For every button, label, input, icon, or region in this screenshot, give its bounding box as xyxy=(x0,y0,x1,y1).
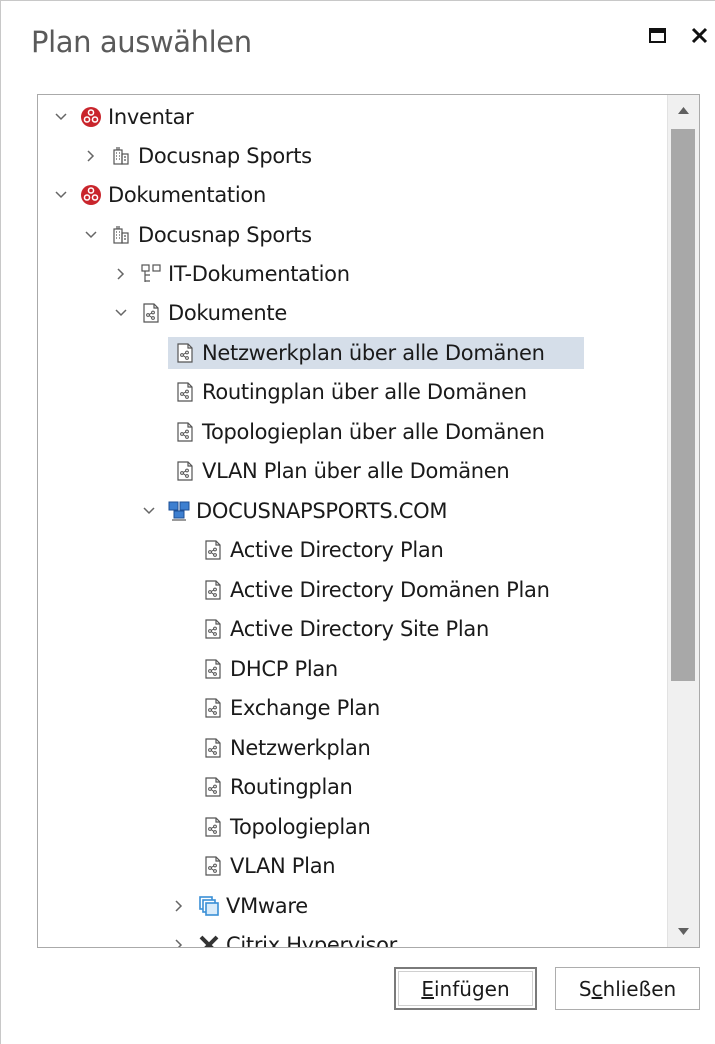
tree-node-active-directory-plan[interactable]: Active Directory Plan xyxy=(202,534,444,566)
vertical-scrollbar[interactable] xyxy=(667,95,699,947)
citrix-icon xyxy=(199,935,219,947)
scrollbar-thumb[interactable] xyxy=(671,129,695,681)
tree-node-label: VMware xyxy=(226,894,308,918)
tree-node-label: Docusnap Sports xyxy=(138,223,312,247)
hierarchy-icon xyxy=(141,264,161,282)
plan-document-icon xyxy=(205,580,221,600)
maximize-icon[interactable] xyxy=(647,25,669,47)
tree-node-vmware[interactable]: VMware xyxy=(172,890,308,922)
tree-node-label: Topologieplan über alle Domänen xyxy=(202,420,545,444)
tree-node-label: VLAN Plan über alle Domänen xyxy=(202,459,510,483)
tree-node-active-directory-site-plan[interactable]: Active Directory Site Plan xyxy=(202,613,489,645)
tree-node-label: Dokumentation xyxy=(108,183,266,207)
tree-node-label: Netzwerkplan über alle Domänen xyxy=(202,341,545,365)
tree-node-label: Netzwerkplan xyxy=(230,736,371,760)
tree-node-label: VLAN Plan xyxy=(230,854,336,878)
building-icon xyxy=(113,226,129,244)
chevron-right-icon[interactable] xyxy=(172,938,186,947)
chevron-down-icon[interactable] xyxy=(142,504,156,518)
chevron-down-icon[interactable] xyxy=(54,110,68,124)
chevron-down-icon[interactable] xyxy=(84,228,98,242)
tree-node-label: Routingplan über alle Domänen xyxy=(202,380,527,404)
tree-node-label: DOCUSNAPSPORTS.COM xyxy=(196,499,448,523)
tree-node-netzwerkplan[interactable]: Netzwerkplan xyxy=(202,732,371,764)
docusnap-logo-icon xyxy=(81,185,101,205)
tree-node-label: Dokumente xyxy=(168,301,287,325)
domain-icon xyxy=(168,501,190,521)
plan-document-icon xyxy=(205,619,221,639)
tree-node-vlan-plan-alle-domaenen[interactable]: VLAN Plan über alle Domänen xyxy=(174,455,510,487)
tree-node-topologieplan-alle-domaenen[interactable]: Topologieplan über alle Domänen xyxy=(174,416,545,448)
tree-node-dhcp-plan[interactable]: DHCP Plan xyxy=(202,653,338,685)
tree-node-label: Routingplan xyxy=(230,775,353,799)
tree-node-label: Topologieplan xyxy=(230,815,371,839)
tree-node-label: Docusnap Sports xyxy=(138,144,312,168)
tree-node-routingplan[interactable]: Routingplan xyxy=(202,771,353,803)
plan-document-icon xyxy=(205,738,221,758)
scroll-up-icon[interactable] xyxy=(668,95,699,126)
plan-document-icon xyxy=(205,817,221,837)
close-icon[interactable] xyxy=(689,25,711,47)
tree-node-dokumente[interactable]: Dokumente xyxy=(114,297,287,329)
plan-document-icon xyxy=(205,856,221,876)
plan-document-icon xyxy=(177,382,193,402)
plan-document-icon xyxy=(205,659,221,679)
tree-node-vlan-plan[interactable]: VLAN Plan xyxy=(202,850,336,882)
tree-node-dokumentation[interactable]: Dokumentation xyxy=(54,179,266,211)
docusnap-logo-icon xyxy=(81,107,101,127)
tree-node-label: DHCP Plan xyxy=(230,657,338,681)
tree-node-docusnapsports-com[interactable]: DOCUSNAPSPORTS.COM xyxy=(142,495,447,527)
plan-document-icon xyxy=(177,343,193,363)
tree-node-label: Active Directory Site Plan xyxy=(230,617,489,641)
plan-document-icon xyxy=(143,303,159,323)
tree-node-inventar[interactable]: Inventar xyxy=(54,101,194,133)
insert-button[interactable]: Einfügen xyxy=(394,967,537,1010)
tree-node-label: Active Directory Plan xyxy=(230,538,444,562)
tree-node-label: Exchange Plan xyxy=(230,696,381,720)
chevron-right-icon[interactable] xyxy=(84,149,98,163)
chevron-right-icon[interactable] xyxy=(114,267,128,281)
tree-node-label: Active Directory Domänen Plan xyxy=(230,578,550,602)
tree-node-docusnap-sports-docs[interactable]: Docusnap Sports xyxy=(84,219,312,251)
tree-node-active-directory-domaenen-plan[interactable]: Active Directory Domänen Plan xyxy=(202,574,550,606)
plan-document-icon xyxy=(205,698,221,718)
tree-node-citrix-hypervisor[interactable]: Citrix Hypervisor xyxy=(172,929,397,947)
vmware-icon xyxy=(199,896,219,916)
tree-node-label: Inventar xyxy=(108,105,194,129)
building-icon xyxy=(113,147,129,165)
tree-node-docusnap-sports-inventory[interactable]: Docusnap Sports xyxy=(84,140,312,172)
plan-tree-panel: Inventar Docusnap Sports Dokumentation D… xyxy=(37,94,700,948)
close-button[interactable]: Schließen xyxy=(555,967,700,1010)
chevron-down-icon[interactable] xyxy=(114,306,128,320)
plan-document-icon xyxy=(205,540,221,560)
tree-node-netzwerkplan-alle-domaenen[interactable]: Netzwerkplan über alle Domänen xyxy=(168,337,584,369)
plan-document-icon xyxy=(177,422,193,442)
insert-button-label: Einfügen xyxy=(421,976,510,1001)
tree-node-topologieplan[interactable]: Topologieplan xyxy=(202,811,371,843)
plan-select-dialog: Plan auswählen Inventar Docusnap Sports xyxy=(0,0,715,1044)
dialog-title: Plan auswählen xyxy=(31,25,252,59)
plan-tree[interactable]: Inventar Docusnap Sports Dokumentation D… xyxy=(38,95,668,947)
plan-document-icon xyxy=(205,777,221,797)
tree-node-exchange-plan[interactable]: Exchange Plan xyxy=(202,692,380,724)
chevron-right-icon[interactable] xyxy=(172,899,186,913)
tree-node-label: IT-Dokumentation xyxy=(168,262,350,286)
plan-document-icon xyxy=(177,461,193,481)
chevron-down-icon[interactable] xyxy=(54,188,68,202)
tree-node-it-dokumentation[interactable]: IT-Dokumentation xyxy=(114,258,350,290)
close-button-label: Schließen xyxy=(578,976,677,1001)
tree-node-label: Citrix Hypervisor xyxy=(226,933,397,947)
tree-node-routingplan-alle-domaenen[interactable]: Routingplan über alle Domänen xyxy=(174,376,527,408)
scroll-down-icon[interactable] xyxy=(668,916,699,947)
